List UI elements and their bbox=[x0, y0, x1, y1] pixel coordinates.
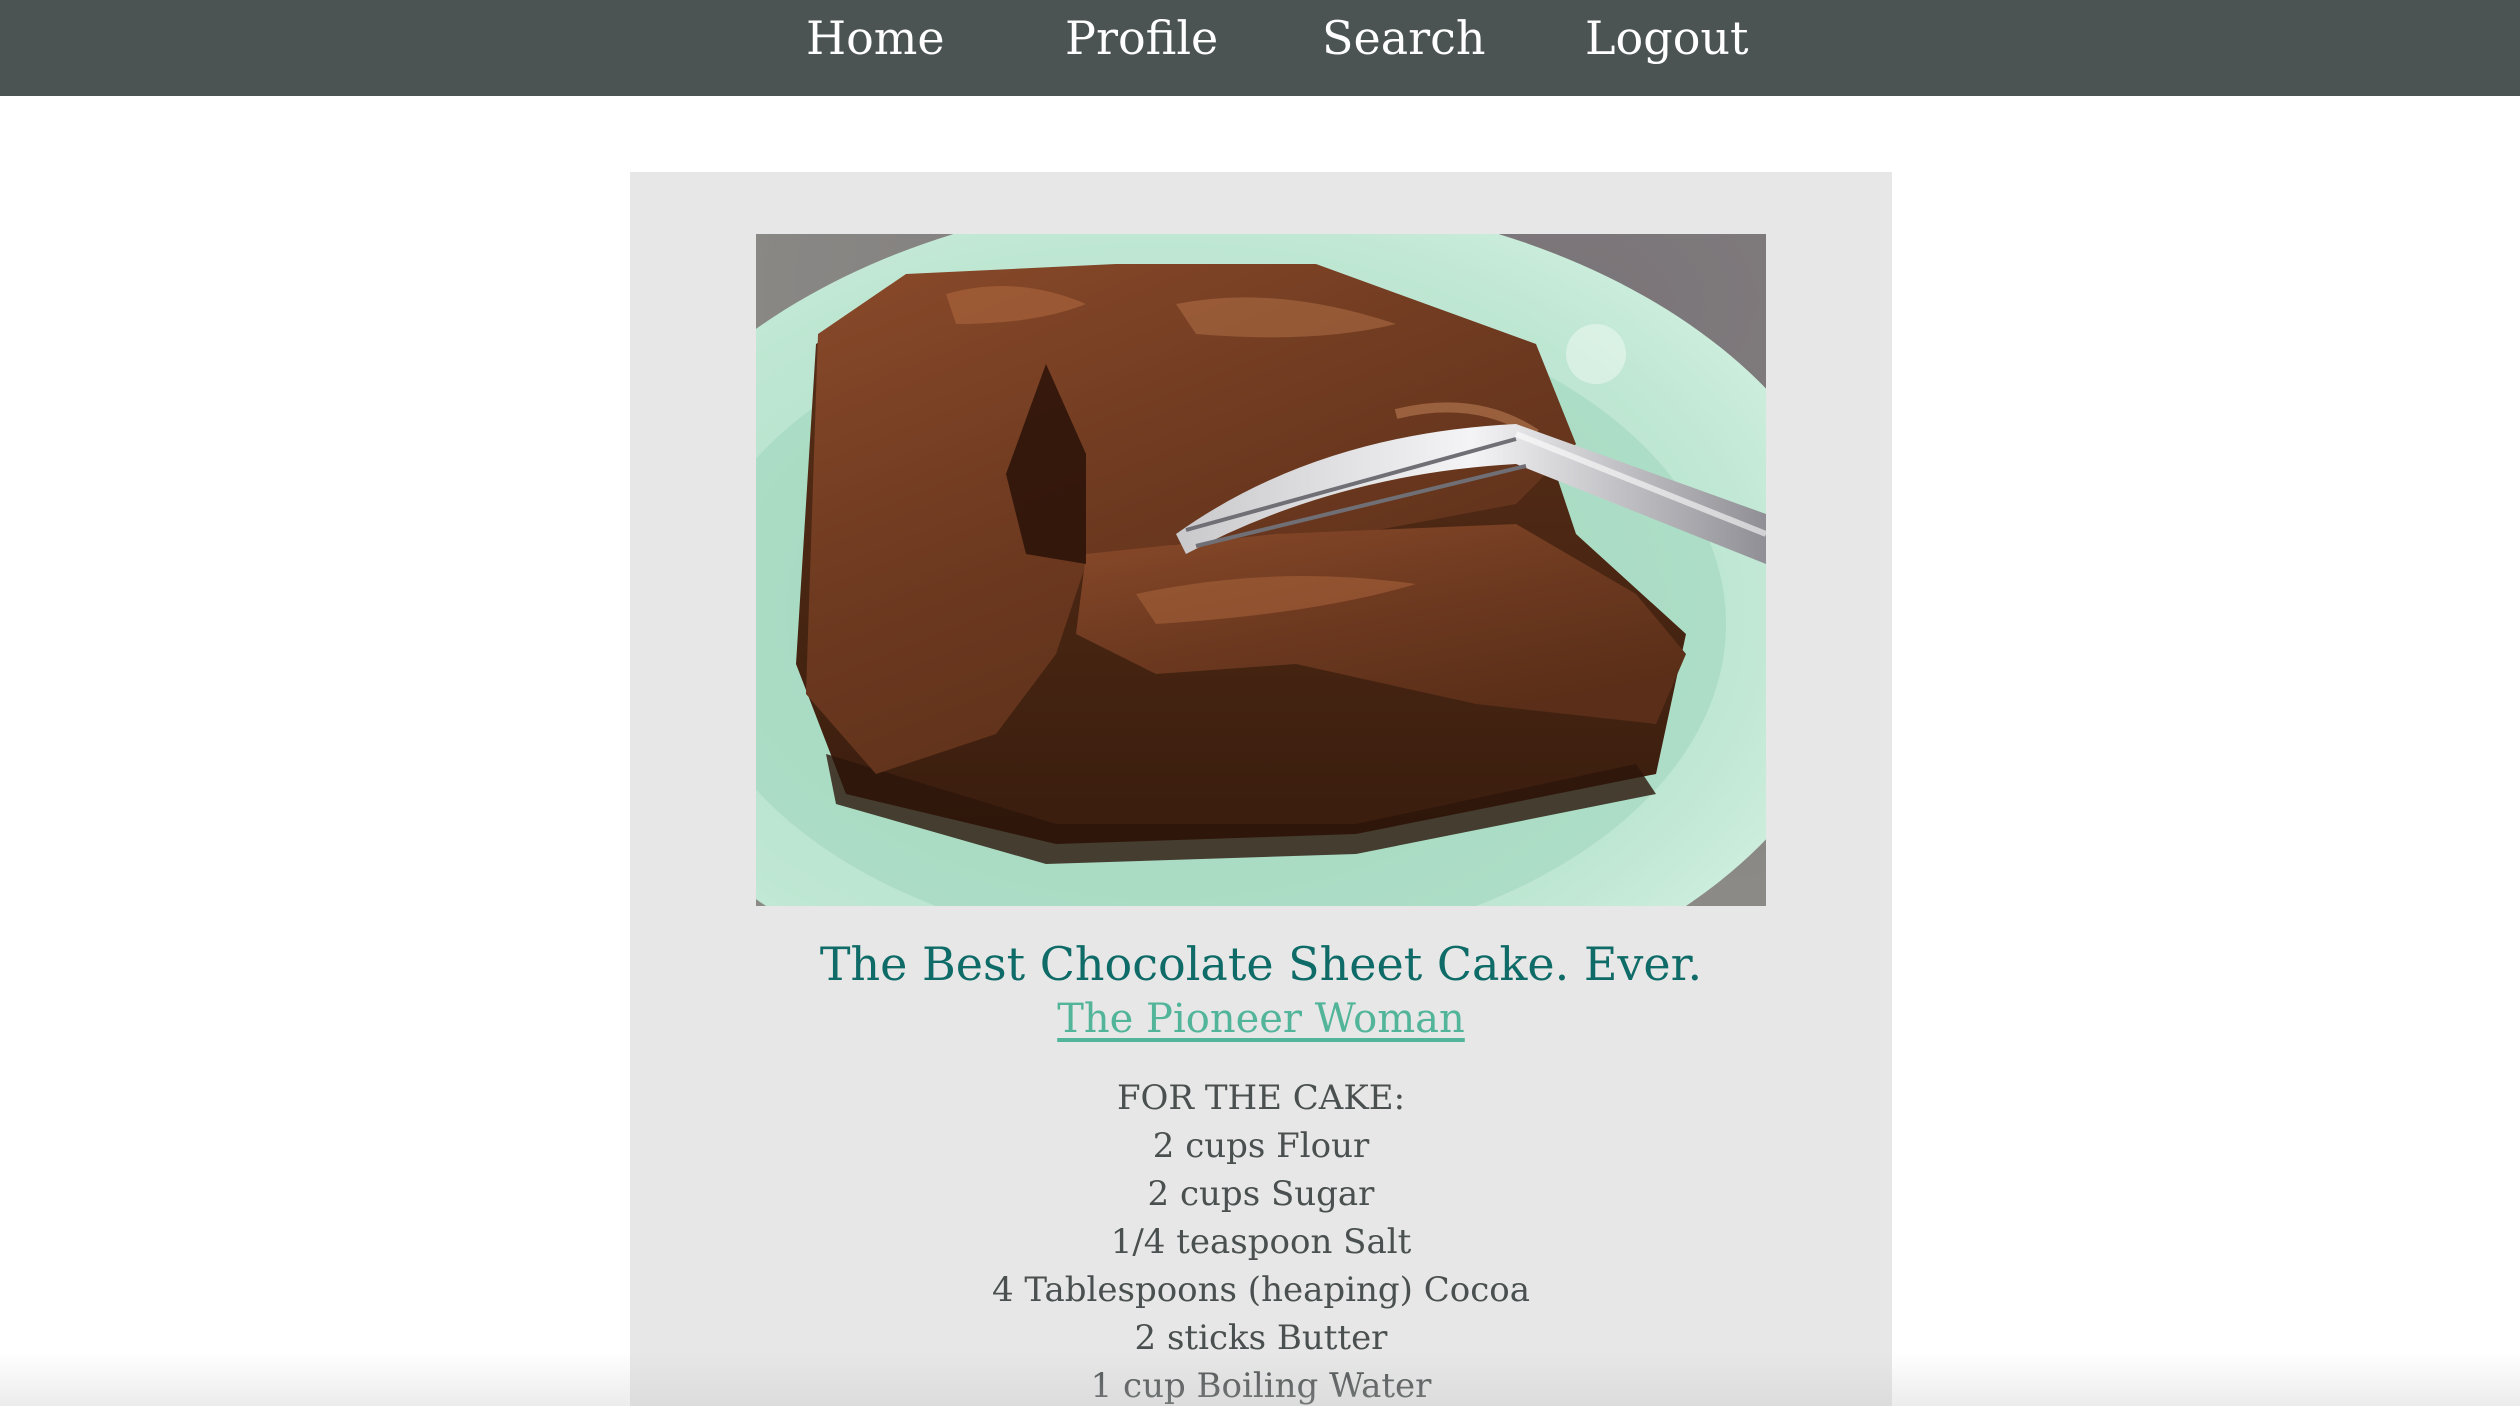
recipe-card: The Best Chocolate Sheet Cake. Ever. The… bbox=[630, 172, 1892, 1406]
list-item: 2 cups Sugar bbox=[1147, 1174, 1375, 1214]
recipe-source-container: The Pioneer Woman bbox=[630, 992, 1892, 1046]
list-item: 4 Tablespoons (heaping) Cocoa bbox=[991, 1270, 1530, 1310]
nav-profile-link[interactable]: Profile bbox=[1065, 10, 1218, 66]
list-item: 1 cup Boiling Water bbox=[1090, 1366, 1432, 1406]
nav-logout-link[interactable]: Logout bbox=[1585, 10, 1749, 66]
recipe-source-link[interactable]: The Pioneer Woman bbox=[1057, 996, 1465, 1042]
list-item: 1/4 teaspoon Salt bbox=[1110, 1222, 1412, 1262]
chocolate-cake-illustration bbox=[756, 234, 1766, 906]
nav-home-link[interactable]: Home bbox=[806, 10, 945, 66]
nav-search-link[interactable]: Search bbox=[1322, 10, 1486, 66]
recipe-title: The Best Chocolate Sheet Cake. Ever. bbox=[819, 937, 1703, 991]
ingredient-heading: FOR THE CAKE: bbox=[1116, 1078, 1406, 1118]
recipe-photo bbox=[756, 234, 1766, 906]
list-item: 2 sticks Butter bbox=[1134, 1318, 1388, 1358]
top-navbar: Home Profile Search Logout bbox=[0, 0, 2520, 96]
list-item: 2 cups Flour bbox=[1152, 1126, 1370, 1166]
ingredient-list: FOR THE CAKE: 2 cups Flour 2 cups Sugar … bbox=[630, 1074, 1892, 1406]
